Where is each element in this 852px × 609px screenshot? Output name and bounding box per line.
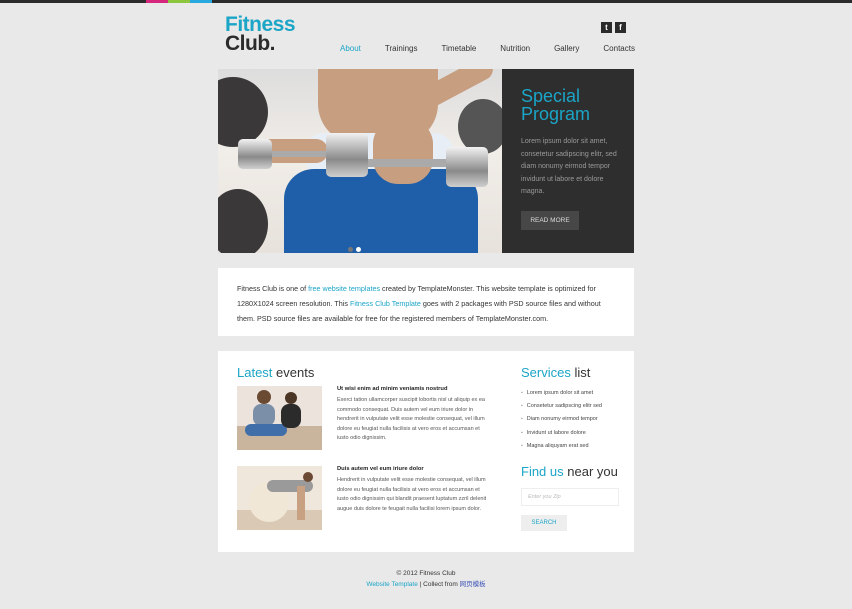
footer-links: Website Template | Collect from 网页模板 — [366, 581, 486, 588]
events-heading: Latest events — [237, 365, 315, 380]
logo-line-2: Club. — [225, 32, 276, 55]
event-body: Hendrerit in vulputate velit esse molest… — [337, 477, 487, 512]
dumbbell-bar — [368, 159, 458, 167]
event-body: Exerci tation ullamcorper suscipit lobor… — [337, 397, 485, 441]
zip-input[interactable]: Enter you Zip — [521, 488, 619, 506]
nav-about[interactable]: About — [340, 44, 361, 53]
nav-timetable[interactable]: Timetable — [441, 44, 476, 53]
services-heading: Services list — [521, 365, 591, 380]
slider-dots — [348, 239, 364, 253]
promo-title: Special Program — [521, 86, 591, 124]
footer: © 2012 Fitness Club Website Template | C… — [0, 568, 852, 590]
event-thumbnail[interactable] — [237, 466, 322, 530]
slider-dot[interactable] — [348, 247, 353, 252]
collect-from-link[interactable]: 网页模板 — [460, 581, 486, 588]
gym-equipment — [218, 189, 268, 253]
color-segment-pink — [146, 0, 168, 3]
nav-gallery[interactable]: Gallery — [554, 44, 579, 53]
gym-equipment — [218, 77, 268, 147]
gym-equipment — [458, 99, 502, 154]
search-button[interactable]: SEARCH — [521, 515, 567, 531]
slider-dot-active[interactable] — [356, 247, 361, 252]
website-template-link[interactable]: Website Template — [366, 581, 417, 588]
service-item[interactable]: Diam nonumy eirmod tempor — [521, 413, 631, 426]
dumbbell-weight — [238, 139, 272, 169]
service-item[interactable]: Invidunt ut labore dolore — [521, 427, 631, 440]
nav-trainings[interactable]: Trainings — [385, 44, 418, 53]
copyright-text: © 2012 Fitness Club — [396, 570, 456, 577]
service-item[interactable]: Lorem ipsum dolor sit amet — [521, 387, 631, 400]
find-us-heading: Find us near you — [521, 464, 618, 479]
event-text: Ut wisi enim ad minim veniamis nostrud E… — [337, 386, 490, 444]
read-more-button[interactable]: READ MORE — [521, 211, 579, 230]
hand — [373, 119, 433, 184]
event-text: Duis autem vel eum iriure dolor Hendreri… — [337, 466, 490, 514]
event-title[interactable]: Ut wisi enim ad minim veniamis nostrud — [337, 386, 490, 392]
color-segment-blue — [190, 0, 212, 3]
service-item[interactable]: Magna aliquyam erat sed — [521, 440, 631, 453]
free-templates-link[interactable]: free website templates — [308, 284, 380, 293]
main-nav: About Trainings Timetable Nutrition Gall… — [340, 44, 635, 53]
intro-text: Fitness Club is one of free website temp… — [237, 284, 601, 323]
promo-panel: Special Program Lorem ipsum dolor sit ame… — [502, 69, 634, 253]
facebook-icon[interactable]: f — [615, 22, 626, 33]
twitter-icon[interactable]: t — [601, 22, 612, 33]
social-links: tf — [601, 17, 629, 35]
fitness-club-template-link[interactable]: Fitness Club Template — [350, 299, 421, 308]
promo-text: Lorem ipsum dolor sit amet, consetetur s… — [521, 138, 617, 195]
hero-slider: Special Program Lorem ipsum dolor sit ame… — [218, 69, 634, 253]
site-logo[interactable]: Fitness Club. — [225, 14, 296, 55]
services-list: Lorem ipsum dolor sit amet Consetetur sa… — [521, 387, 631, 453]
nav-contacts[interactable]: Contacts — [603, 44, 635, 53]
event-title[interactable]: Duis autem vel eum iriure dolor — [337, 466, 490, 472]
color-segment-green — [168, 0, 190, 3]
dumbbell-weight — [326, 133, 368, 177]
hero-photo — [218, 69, 502, 253]
intro-box: Fitness Club is one of free website temp… — [218, 268, 634, 336]
content-box: Latest events Ut wisi enim ad minim veni… — [218, 351, 634, 552]
service-item[interactable]: Consetetur sadipscing elitr sed — [521, 400, 631, 413]
dumbbell-weight — [446, 147, 488, 187]
top-color-bar — [0, 0, 852, 3]
nav-nutrition[interactable]: Nutrition — [500, 44, 530, 53]
event-thumbnail[interactable] — [237, 386, 322, 450]
